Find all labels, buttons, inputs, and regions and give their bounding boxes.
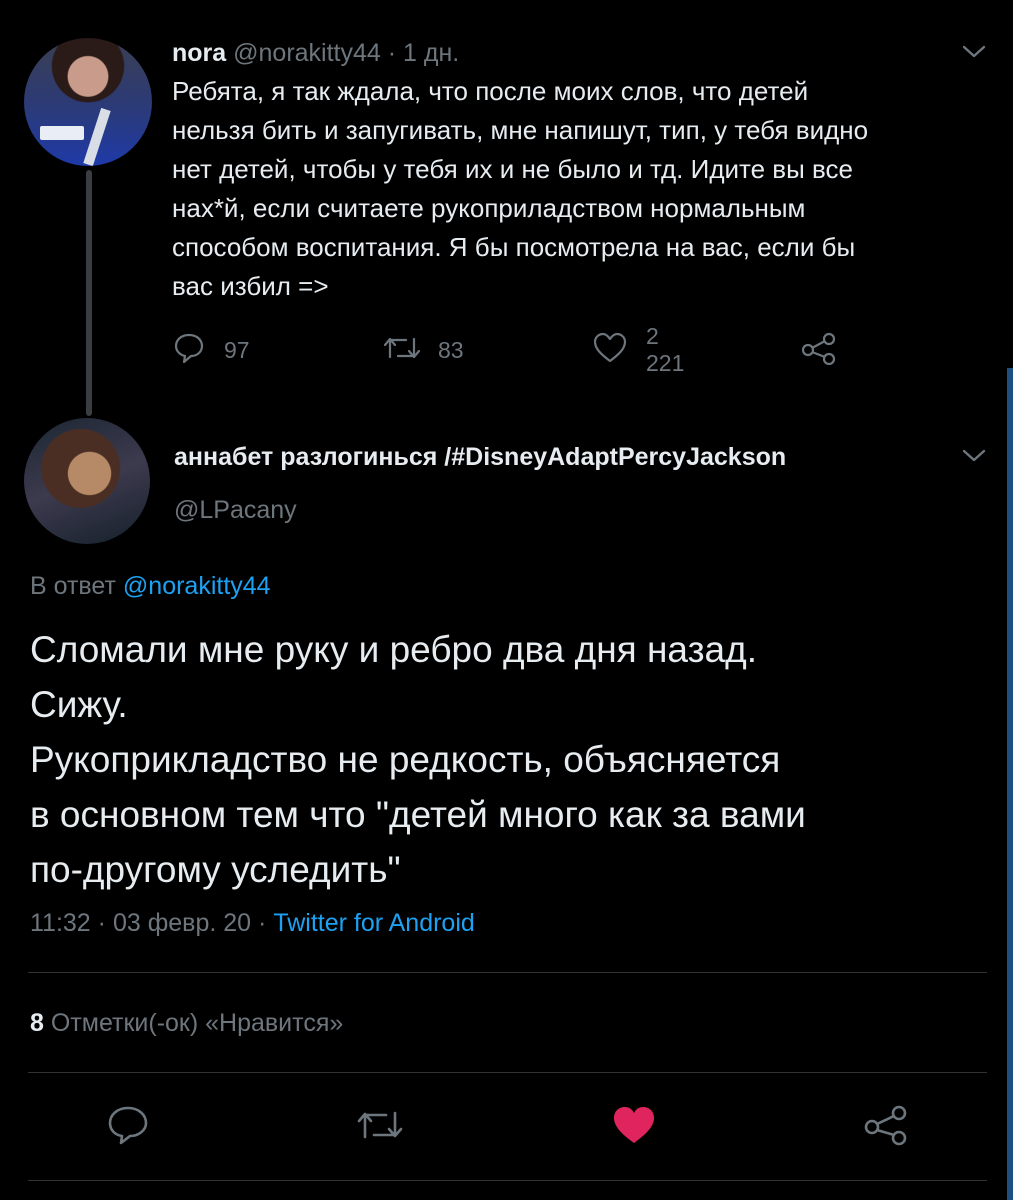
tweet-time[interactable]: 11:32 [30,909,91,937]
meta-separator: · [258,909,267,937]
share-button[interactable] [800,330,838,370]
parent-tweet-header: nora @norakitty44 · 1 дн. [172,38,459,68]
retweet-count: 83 [438,336,464,363]
reply-context: В ответ @norakitty44 [30,570,271,602]
like-button[interactable] [610,1103,658,1151]
parent-tweet-text: Ребята, я так ждала, что после моих слов… [172,76,869,301]
reply-prefix: В ответ [30,572,116,600]
likes-summary[interactable]: 8 Отметки(-ок) «Нравится» [30,1006,343,1040]
thread-connector [86,170,92,416]
author-avatar[interactable] [24,418,150,544]
retweet-icon [382,331,422,370]
reply-count: 97 [224,336,250,363]
like-icon [592,331,628,370]
parent-avatar[interactable] [24,38,152,166]
share-icon [862,1104,910,1151]
scrollbar[interactable] [1007,368,1013,1200]
reply-button[interactable]: 97 [172,330,250,370]
author-display-name[interactable]: аннабет разлогинься /#DisneyAdaptPercyJa… [174,442,786,472]
tweet-date[interactable]: 03 февр. 20 [113,909,251,937]
avatar-badge [40,126,84,140]
meta-separator: · [97,909,106,937]
header-separator: · [387,39,397,67]
chevron-down-icon[interactable] [962,448,986,464]
divider [28,1072,987,1073]
likes-label: Отметки(-ок) «Нравится» [50,1009,344,1037]
tweet-source-link[interactable]: Twitter for Android [273,909,474,937]
parent-display-name[interactable]: nora [172,39,226,67]
chevron-down-icon[interactable] [962,44,986,60]
likes-count: 8 [30,1009,44,1037]
retweet-button[interactable] [356,1103,404,1151]
divider [28,972,987,973]
reply-button[interactable] [104,1103,152,1151]
reply-to-link[interactable]: @norakitty44 [123,572,271,600]
tweet-meta: 11:32 · 03 февр. 20 · Twitter for Androi… [30,906,475,940]
retweet-button[interactable]: 83 [382,330,464,370]
reply-icon [106,1104,150,1151]
parent-handle[interactable]: @norakitty44 [233,39,381,67]
like-button[interactable]: 2 221 [592,323,684,376]
share-button[interactable] [862,1103,910,1151]
author-handle[interactable]: @LPacany [174,494,297,526]
main-tweet-text: Сломали мне руку и ребро два дня назад. … [30,629,806,890]
reply-icon [172,331,206,370]
share-icon [800,331,838,370]
divider [28,1180,987,1181]
heart-filled-icon [611,1104,657,1151]
like-count: 2 221 [646,323,685,376]
parent-time-ago[interactable]: 1 дн. [403,39,459,67]
retweet-icon [355,1104,405,1151]
avatar-stripe [83,107,111,166]
